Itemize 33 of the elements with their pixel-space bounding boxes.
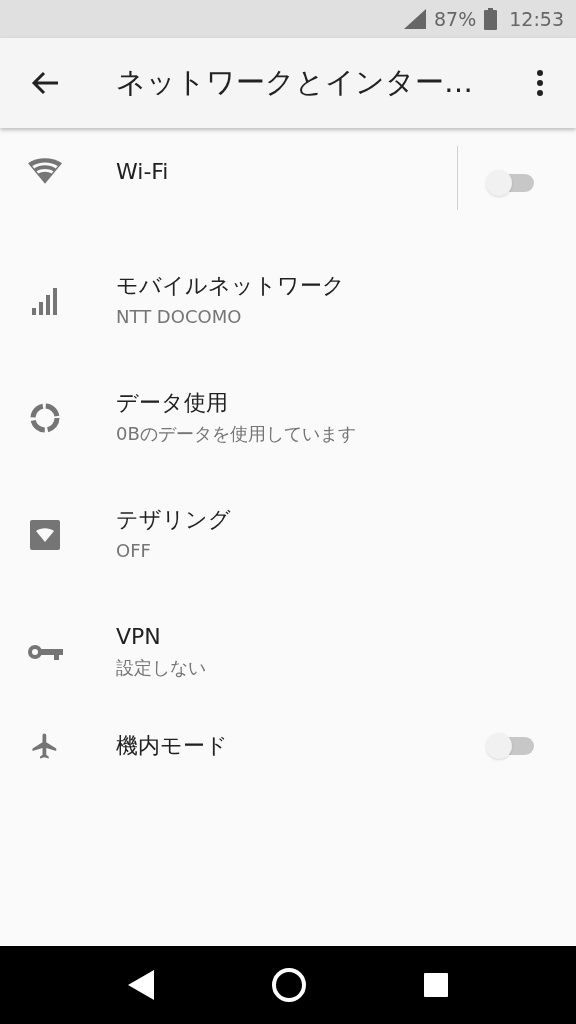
setting-title: Wi-Fi: [116, 158, 170, 186]
setting-title: モバイルネットワーク: [116, 271, 346, 300]
setting-title: データ使用: [116, 388, 229, 417]
setting-title: テザリング: [116, 505, 232, 534]
more-icon: [536, 69, 544, 97]
hotspot-icon: [30, 519, 60, 550]
settings-row[interactable]: テザリング OFF: [0, 476, 576, 593]
settings-row[interactable]: データ使用 0Bのデータを使用しています: [0, 359, 576, 476]
square-icon: [423, 973, 448, 997]
settings-row[interactable]: モバイルネットワーク NTT DOCOMO: [0, 242, 576, 359]
settings-row[interactable]: 機内モード: [0, 710, 576, 782]
setting-summary: NTT DOCOMO: [116, 304, 243, 329]
setting-title: 機内モード: [116, 732, 229, 760]
back-arrow-icon: [31, 71, 59, 95]
home-button[interactable]: [271, 967, 307, 1003]
battery-icon: [484, 8, 498, 30]
recents-button[interactable]: [423, 973, 448, 997]
battery-level: 87%: [434, 6, 477, 32]
setting-title: VPN: [116, 622, 162, 651]
back-nav-button[interactable]: [128, 970, 155, 1000]
data-usage-icon: [29, 401, 61, 434]
clock: 12:53: [509, 6, 564, 32]
settings-row[interactable]: VPN 設定しない: [0, 593, 576, 710]
setting-summary: OFF: [116, 538, 152, 563]
settings-row[interactable]: Wi-Fi: [0, 130, 576, 242]
setting-summary: 設定しない: [116, 655, 207, 680]
back-triangle-icon: [128, 970, 155, 1000]
wifi-icon: [28, 158, 62, 184]
page-title: ネットワークとインター…: [116, 64, 474, 102]
home-circle-icon: [271, 967, 307, 1003]
signal-icon: [30, 286, 60, 315]
signal-icon: [404, 9, 426, 29]
setting-summary: 0Bのデータを使用しています: [116, 421, 357, 446]
